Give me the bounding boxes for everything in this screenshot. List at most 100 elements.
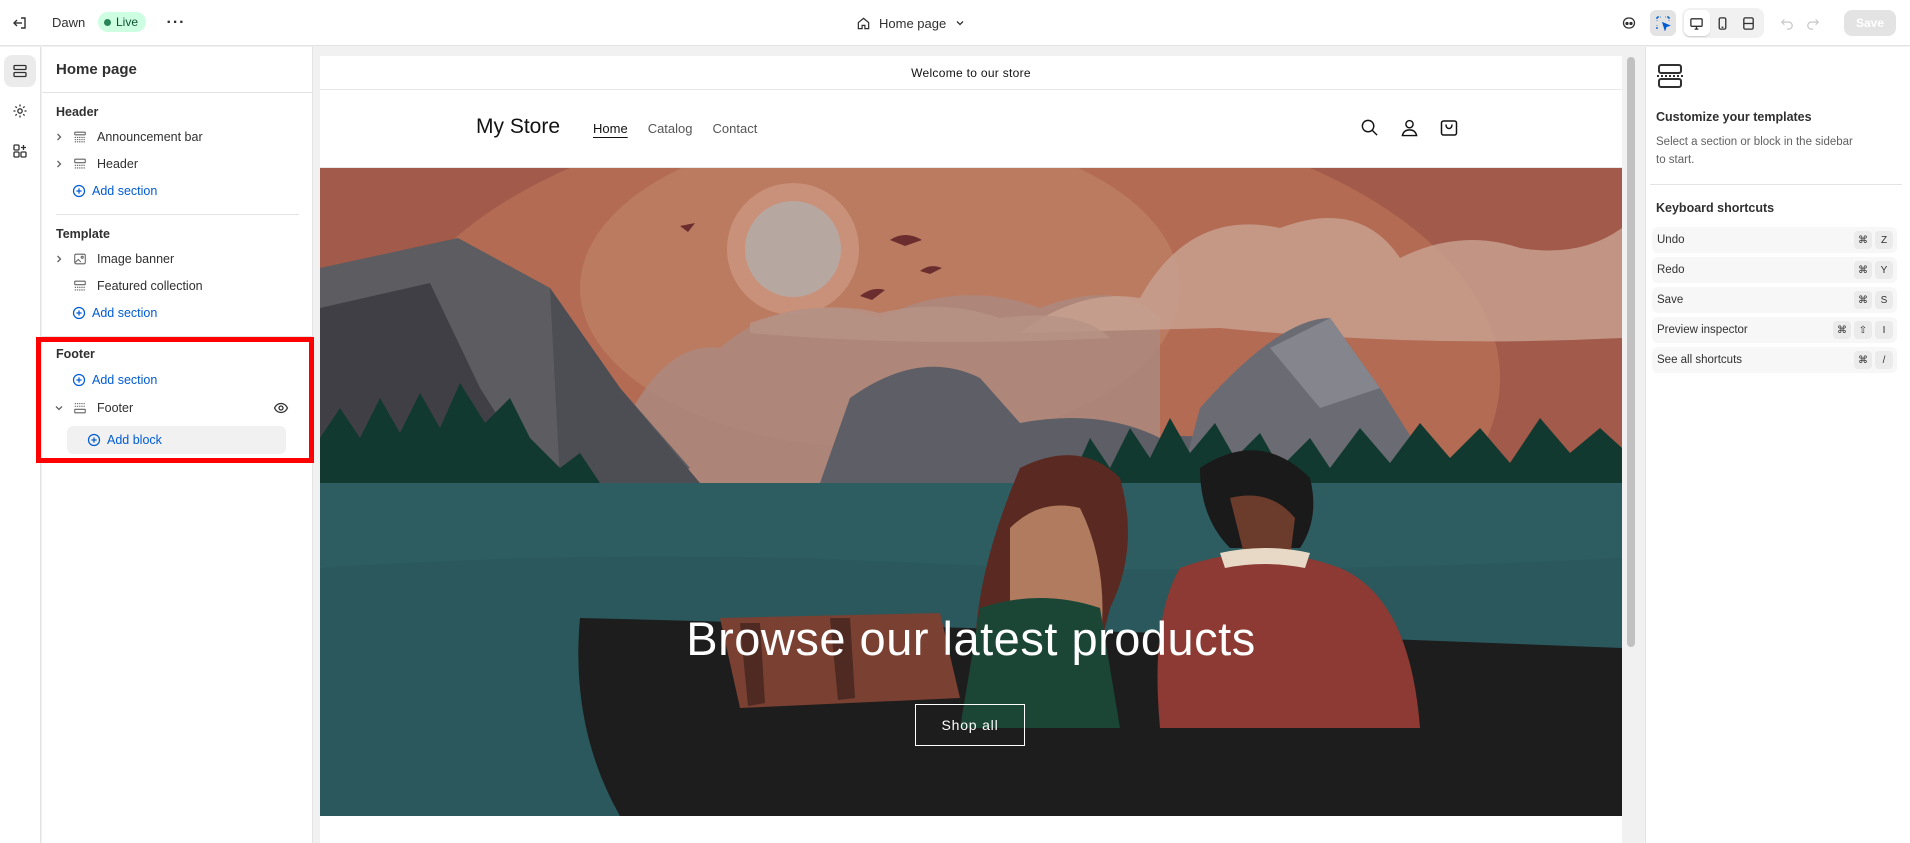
section-label: Featured collection [97, 279, 203, 293]
inspector-title: Customize your templates [1656, 110, 1812, 124]
inspector-panel: Customize your templates Select a sectio… [1645, 47, 1910, 843]
hero-heading[interactable]: Browse our latest products [320, 611, 1622, 666]
chevron-right-icon[interactable] [52, 254, 66, 264]
key-cap: I [1875, 321, 1893, 339]
plus-circle-icon [72, 184, 86, 198]
shortcut-row-save: Save ⌘ S [1652, 287, 1897, 313]
shop-all-button[interactable]: Shop all [915, 704, 1025, 746]
chevron-right-icon[interactable] [52, 159, 66, 169]
undo-icon[interactable] [1774, 10, 1800, 36]
inspector-select-icon[interactable] [1649, 10, 1676, 36]
divider [56, 214, 299, 215]
full-width-view-icon[interactable] [1736, 10, 1762, 36]
page-selector-label: Home page [879, 15, 947, 31]
key-cap: ⌘ [1854, 351, 1872, 369]
live-status-badge: Live [98, 12, 147, 32]
exit-icon[interactable] [8, 11, 32, 35]
account-icon[interactable] [1396, 114, 1422, 140]
search-icon[interactable] [1356, 114, 1382, 140]
key-cap: ⌘ [1854, 231, 1872, 249]
plus-circle-icon [72, 306, 86, 320]
key-cap: Z [1875, 231, 1893, 249]
theme-settings-icon[interactable] [4, 95, 36, 127]
apps-icon[interactable] [4, 135, 36, 167]
add-section-label: Add section [92, 184, 158, 198]
shortcut-keys: ⌘ ⇧ I [1833, 321, 1893, 339]
sections-nav-icon[interactable] [4, 55, 36, 87]
footer-highlight-box [36, 337, 314, 463]
key-cap: ⌘ [1833, 321, 1851, 339]
add-section-label: Add section [92, 306, 158, 320]
shortcut-label: Redo [1657, 264, 1685, 276]
key-cap: S [1875, 291, 1893, 309]
add-section-button[interactable]: Add section [72, 179, 157, 203]
section-icon [69, 279, 91, 293]
shortcut-keys: ⌘ Z [1854, 231, 1893, 249]
shortcut-label: Save [1657, 294, 1684, 306]
announcement-text: Welcome to our store [911, 65, 1031, 80]
section-icon [69, 157, 91, 171]
home-icon [857, 17, 870, 29]
sidebar-title: Home page [56, 61, 137, 78]
store-preview[interactable]: Welcome to our store My Store Home Catal… [320, 56, 1622, 843]
image-icon [69, 252, 91, 266]
shortcut-keys: ⌘ / [1854, 351, 1893, 369]
section-image-banner[interactable]: Image banner [52, 246, 302, 272]
status-dot [104, 18, 111, 26]
image-banner[interactable]: Browse our latest products Shop all [320, 98, 1622, 816]
divider [1650, 184, 1902, 185]
store-header[interactable]: My Store Home Catalog Contact [320, 91, 1622, 168]
left-rail [0, 47, 41, 843]
group-title-template: Template [56, 227, 110, 241]
shortcut-row-preview-inspector: Preview inspector ⌘ ⇧ I [1652, 317, 1897, 343]
section-featured-collection[interactable]: Featured collection [52, 273, 302, 299]
section-label: Announcement bar [97, 130, 203, 144]
sidekick-icon[interactable] [1616, 10, 1642, 36]
section-label: Image banner [97, 252, 175, 266]
shortcut-row-undo: Undo ⌘ Z [1652, 227, 1897, 253]
shortcut-keys: ⌘ S [1854, 291, 1893, 309]
section-header[interactable]: Header [52, 151, 302, 177]
desktop-view-icon[interactable] [1683, 10, 1710, 36]
page-selector[interactable]: Home page [856, 11, 966, 35]
store-nav: Home Catalog Contact [593, 121, 757, 136]
chevron-down-icon [956, 21, 964, 26]
status-badge-label: Live [116, 15, 139, 29]
theme-name[interactable]: Dawn [52, 15, 85, 30]
shortcuts-title: Keyboard shortcuts [1656, 201, 1775, 215]
shortcut-label: Preview inspector [1657, 324, 1748, 336]
save-button[interactable]: Save [1843, 10, 1896, 36]
section-icon [69, 130, 91, 144]
key-cap: ⌘ [1854, 291, 1872, 309]
store-header-icons [1356, 114, 1462, 140]
preview-canvas: Welcome to our store My Store Home Catal… [314, 47, 1644, 843]
shortcut-label: Undo [1657, 234, 1685, 246]
store-logo[interactable]: My Store [476, 115, 560, 139]
inspector-description: Select a section or block in the sidebar… [1656, 136, 1853, 166]
key-cap: ⌘ [1854, 261, 1872, 279]
save-button-label: Save [1855, 16, 1884, 30]
add-section-button[interactable]: Add section [72, 301, 157, 325]
redo-icon[interactable] [1800, 10, 1826, 36]
top-bar-actions: Save [1616, 8, 1910, 38]
nav-link-home[interactable]: Home [593, 121, 628, 136]
shortcut-keys: ⌘ Y [1854, 261, 1893, 279]
group-title-header: Header [56, 105, 99, 119]
shortcut-row-redo: Redo ⌘ Y [1652, 257, 1897, 283]
key-cap: Y [1875, 261, 1893, 279]
mobile-view-icon[interactable] [1710, 10, 1736, 36]
nav-link-catalog[interactable]: Catalog [648, 121, 693, 136]
cart-icon[interactable] [1436, 114, 1462, 140]
template-sections-icon [1656, 62, 1684, 95]
key-cap: / [1875, 351, 1893, 369]
announcement-bar[interactable]: Welcome to our store [320, 56, 1622, 90]
section-announcement-bar[interactable]: Announcement bar [52, 124, 302, 150]
section-label: Header [97, 157, 138, 171]
preview-scrollbar[interactable] [1627, 57, 1635, 647]
shortcut-row-see-all[interactable]: See all shortcuts ⌘ / [1652, 347, 1897, 373]
chevron-right-icon[interactable] [52, 132, 66, 142]
viewport-switcher [1681, 8, 1764, 38]
divider [42, 92, 313, 93]
nav-link-contact[interactable]: Contact [713, 121, 758, 136]
more-actions-icon[interactable]: ··· [164, 11, 188, 35]
